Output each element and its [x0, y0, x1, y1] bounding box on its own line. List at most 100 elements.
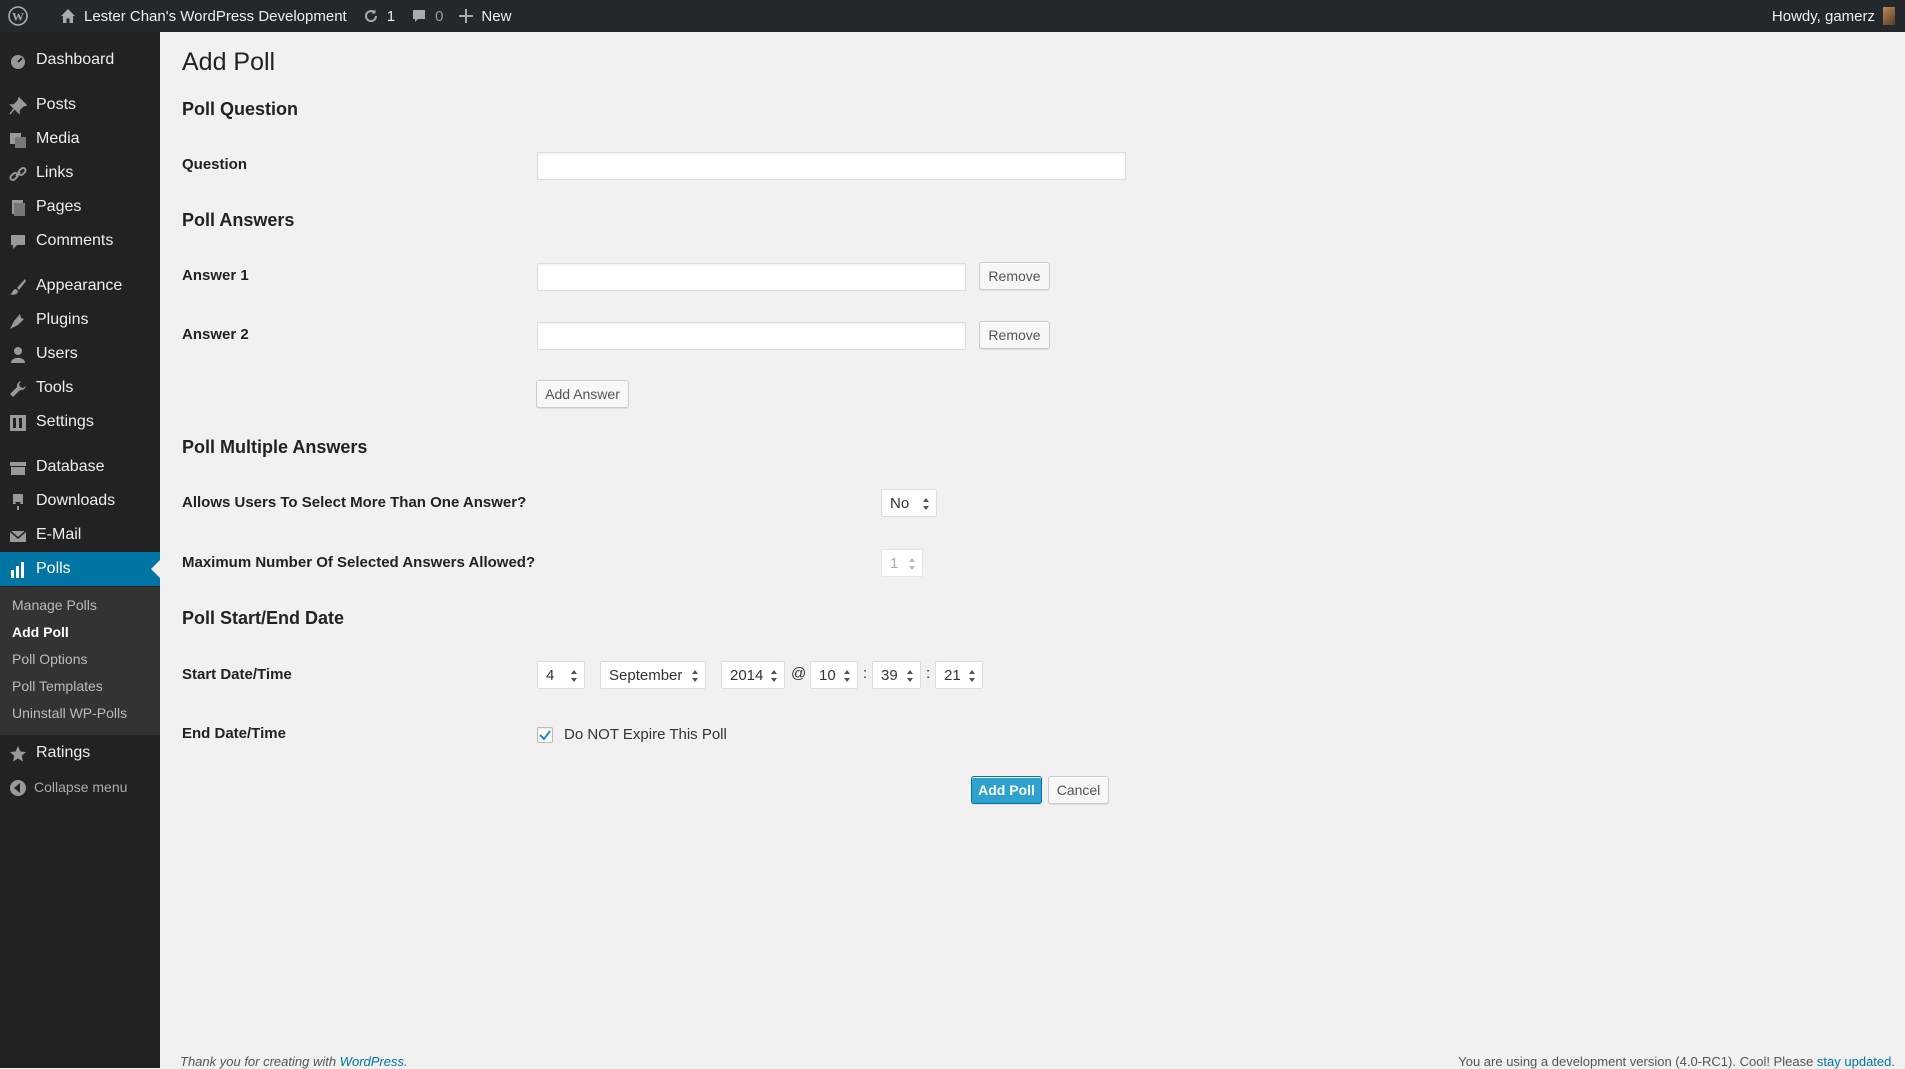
answer-2-label: Answer 2 [182, 326, 249, 343]
submenu-add-poll[interactable]: Add Poll [12, 624, 69, 640]
sidebar-item-media[interactable]: Media [0, 122, 160, 156]
select-arrows-icon [571, 670, 577, 682]
sidebar-item-tools[interactable]: Tools [0, 371, 160, 405]
answer-2-input[interactable] [537, 322, 966, 350]
question-label: Question [182, 156, 248, 173]
howdy-text: Howdy, gamerz [1771, 7, 1875, 25]
checkmark-icon [539, 730, 551, 741]
max-answers-select[interactable]: 1 [881, 549, 923, 577]
at-separator: @ [791, 665, 807, 682]
sidebar-item-comments[interactable]: Comments [0, 224, 160, 258]
time-separator: : [926, 665, 931, 682]
start-month-select[interactable]: September [600, 661, 706, 689]
submenu-poll-templates[interactable]: Poll Templates [12, 678, 103, 694]
wordpress-logo-icon: W [8, 6, 28, 26]
select-arrows-icon [909, 558, 915, 570]
multiple-answers-label: Allows Users To Select More Than One Ans… [182, 494, 527, 511]
submenu-manage-polls[interactable]: Manage Polls [12, 597, 97, 613]
sidebar-item-downloads[interactable]: Downloads [0, 484, 160, 518]
remove-answer-1-button[interactable]: Remove [979, 262, 1050, 290]
collapse-arrow-icon [10, 780, 26, 796]
question-input[interactable] [537, 152, 1126, 180]
user-icon [11, 347, 25, 363]
wordpress-link[interactable]: WordPress [340, 1054, 404, 1069]
cancel-button[interactable]: Cancel [1048, 776, 1109, 804]
poll-start-end-heading: Poll Start/End Date [182, 608, 345, 628]
updates-count: 1 [386, 7, 396, 25]
start-second-select[interactable]: 21 [935, 661, 983, 689]
add-answer-button[interactable]: Add Answer [536, 380, 629, 408]
submenu-uninstall-wp-polls[interactable]: Uninstall WP-Polls [12, 705, 127, 721]
select-arrows-icon [771, 670, 777, 682]
new-label: New [481, 7, 512, 25]
max-answers-label: Maximum Number Of Selected Answers Allow… [182, 554, 536, 571]
admin-bar: W Lester Chan's WordPress Development 1 … [0, 0, 1905, 32]
comment-icon [11, 235, 25, 249]
sidebar-item-pages[interactable]: Pages [0, 190, 160, 224]
answer-1-input[interactable] [537, 263, 966, 291]
updates-link[interactable]: 1 [355, 0, 403, 32]
star-icon [10, 746, 26, 762]
sidebar-item-posts[interactable]: Posts [0, 88, 160, 122]
select-arrows-icon [907, 670, 913, 682]
mail-icon [9, 530, 27, 542]
chart-bar-icon [11, 562, 24, 578]
link-icon [9, 166, 27, 182]
poll-answers-heading: Poll Answers [182, 210, 295, 230]
start-hour-select[interactable]: 10 [810, 661, 858, 689]
wordpress-logo-button[interactable]: W [0, 0, 44, 32]
page-title: Add Poll [182, 48, 276, 76]
home-icon [61, 9, 75, 23]
no-expire-label[interactable]: Do NOT Expire This Poll [564, 726, 727, 743]
plus-icon [459, 9, 474, 23]
sidebar-item-database[interactable]: Database [0, 450, 160, 484]
select-arrows-icon [844, 670, 850, 682]
start-day-select[interactable]: 4 [537, 661, 585, 689]
select-arrows-icon [923, 498, 929, 510]
footer-thanks: Thank you for creating with WordPress. [180, 1054, 408, 1069]
sidebar-item-links[interactable]: Links [0, 156, 160, 190]
select-arrows-icon [969, 670, 975, 682]
remove-answer-2-button[interactable]: Remove [979, 321, 1050, 349]
start-minute-select[interactable]: 39 [872, 661, 921, 689]
svg-text:W: W [12, 10, 24, 24]
pin-icon [9, 97, 27, 115]
answer-1-label: Answer 1 [182, 267, 249, 284]
stay-updated-link[interactable]: stay updated [1817, 1054, 1891, 1069]
new-content-link[interactable]: New [451, 0, 519, 32]
add-poll-button[interactable]: Add Poll [971, 776, 1042, 804]
polls-submenu: Manage Polls Add Poll Poll Options Poll … [0, 587, 160, 735]
comment-bubble-icon [413, 10, 426, 22]
multiple-answers-select[interactable]: No [881, 489, 937, 517]
select-arrows-icon [692, 670, 698, 682]
comments-link[interactable]: 0 [403, 0, 451, 32]
plug-icon [10, 314, 24, 329]
sidebar-item-ratings[interactable]: Ratings [0, 736, 160, 770]
download-icon [13, 494, 23, 510]
pages-icon [12, 200, 25, 216]
comments-count: 0 [435, 7, 444, 25]
footer-version: You are using a development version (4.0… [1458, 1054, 1895, 1069]
my-account[interactable]: Howdy, gamerz [1772, 7, 1905, 25]
sidebar-item-email[interactable]: E-Mail [0, 518, 160, 552]
database-icon [10, 462, 26, 475]
sidebar-item-settings[interactable]: Settings [0, 405, 160, 439]
brush-icon [10, 279, 26, 295]
sidebar-item-polls[interactable]: Polls [0, 552, 160, 586]
wrench-icon [10, 381, 26, 397]
site-name-link[interactable]: Lester Chan's WordPress Development [44, 0, 355, 32]
submenu-poll-options[interactable]: Poll Options [12, 651, 87, 667]
start-year-select[interactable]: 2014 [721, 661, 785, 689]
time-separator: : [863, 665, 868, 682]
sidebar-item-dashboard[interactable]: Dashboard [0, 43, 160, 77]
start-datetime-label: Start Date/Time [182, 666, 292, 683]
media-icon [10, 133, 26, 148]
sidebar-item-users[interactable]: Users [0, 337, 160, 371]
sidebar-item-plugins[interactable]: Plugins [0, 303, 160, 337]
avatar [1883, 7, 1895, 25]
collapse-menu-button[interactable]: Collapse menu [0, 770, 160, 804]
no-expire-checkbox[interactable] [537, 727, 553, 743]
poll-question-heading: Poll Question [182, 99, 299, 119]
sidebar-item-appearance[interactable]: Appearance [0, 269, 160, 303]
admin-sidebar: Dashboard Posts Media Links Pages Commen… [0, 32, 160, 1068]
